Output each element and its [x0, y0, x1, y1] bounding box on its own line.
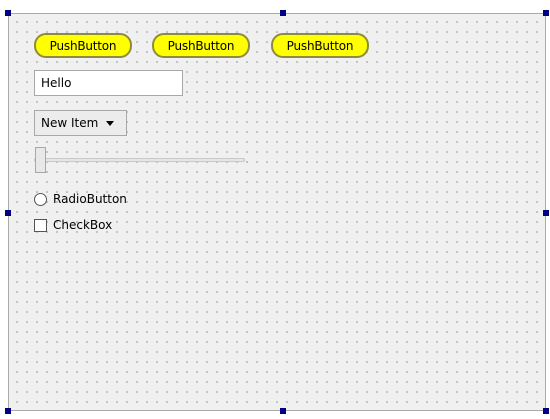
radio-button[interactable]: RadioButton: [34, 192, 127, 206]
resize-handle-left[interactable]: [5, 210, 11, 216]
radio-button-label: RadioButton: [53, 192, 127, 206]
resize-handle-bottom-left[interactable]: [5, 408, 11, 414]
checkbox-box-icon[interactable]: [34, 218, 47, 232]
push-button-1[interactable]: PushButton: [34, 33, 132, 58]
combo-box-selected: New Item: [41, 116, 99, 130]
check-box[interactable]: CheckBox: [34, 218, 112, 232]
designer-canvas: PushButton PushButton PushButton Hello N…: [0, 0, 550, 419]
check-box-label: CheckBox: [53, 218, 113, 232]
resize-handle-bottom[interactable]: [280, 408, 286, 414]
line-edit-value: Hello: [41, 76, 72, 90]
resize-handle-top-left[interactable]: [5, 10, 11, 16]
push-button-2[interactable]: PushButton: [152, 33, 250, 58]
combo-box[interactable]: New Item: [34, 110, 127, 136]
resize-handle-bottom-right[interactable]: [543, 408, 549, 414]
radio-circle-icon[interactable]: [34, 192, 47, 206]
resize-handle-right[interactable]: [543, 210, 549, 216]
slider-handle[interactable]: [35, 147, 46, 173]
resize-handle-top[interactable]: [280, 10, 286, 16]
push-button-3[interactable]: PushButton: [271, 33, 369, 58]
resize-handle-top-right[interactable]: [543, 10, 549, 16]
dropdown-arrow-icon: [106, 120, 115, 126]
slider-groove[interactable]: [34, 158, 245, 162]
line-edit[interactable]: Hello: [34, 70, 183, 96]
